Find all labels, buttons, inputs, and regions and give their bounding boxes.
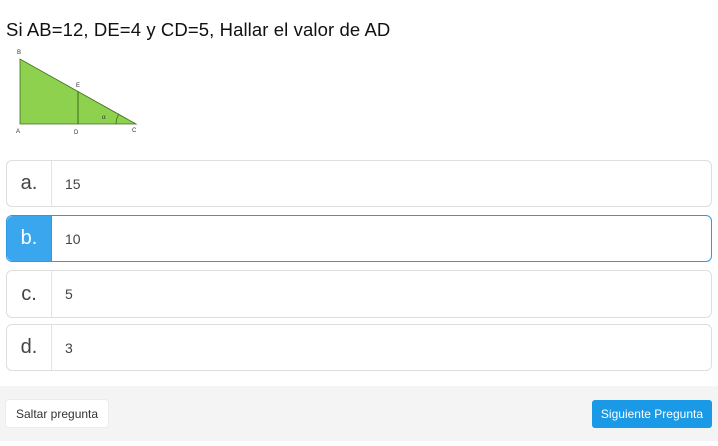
option-letter: b.: [7, 216, 52, 261]
next-question-button[interactable]: Siguiente Pregunta: [591, 400, 712, 428]
option-a[interactable]: a. 15: [6, 160, 712, 207]
option-value: 15: [65, 175, 81, 192]
option-letter: d.: [7, 325, 52, 370]
question-text: Si AB=12, DE=4 y CD=5, Hallar el valor d…: [6, 19, 391, 40]
footer-bar: Saltar pregunta Siguiente Pregunta: [0, 386, 718, 441]
label-alpha: α: [102, 113, 106, 121]
skip-question-button[interactable]: Saltar pregunta: [6, 400, 109, 427]
answer-options: a. 15 b. 10 c. 5 d. 3: [6, 160, 712, 380]
option-letter: c.: [7, 271, 52, 317]
option-letter: a.: [7, 161, 52, 206]
option-c[interactable]: c. 5: [6, 270, 712, 318]
option-value: 3: [65, 339, 73, 356]
option-d[interactable]: d. 3: [6, 324, 712, 371]
option-b[interactable]: b. 10: [6, 215, 712, 262]
label-e: E: [76, 83, 80, 89]
option-value: 5: [65, 286, 73, 302]
label-c: C: [132, 128, 137, 134]
option-value: 10: [65, 230, 81, 247]
label-b: B: [17, 50, 21, 56]
label-d: D: [74, 130, 79, 136]
triangle-figure: B E A D C α: [16, 50, 138, 136]
label-a: A: [16, 129, 20, 135]
